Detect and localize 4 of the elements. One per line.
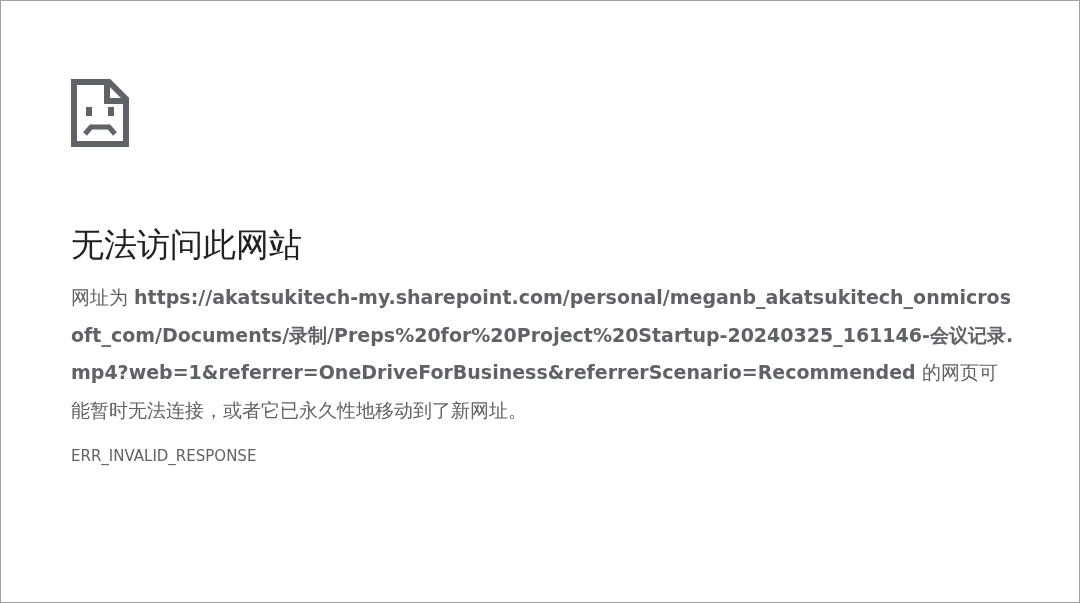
error-title: 无法访问此网站 bbox=[71, 225, 303, 265]
error-message: 网址为 https://akatsukitech-my.sharepoint.com/personal/meganb_akatsukitech_onmicrosoft_com/Documents/录制/Preps%20for%20Project%20Startup-20240325_161146-会议记录.mp4?web=1&referrer=OneDriveForBusiness&referrerScenario=Recommended 的网页可能暂时无法连接，或者它已永久性地移动到了新网址。 bbox=[71, 285, 1015, 423]
error-code: ERR_INVALID_RESPONSE bbox=[71, 447, 258, 465]
sad-page-icon bbox=[71, 79, 129, 147]
